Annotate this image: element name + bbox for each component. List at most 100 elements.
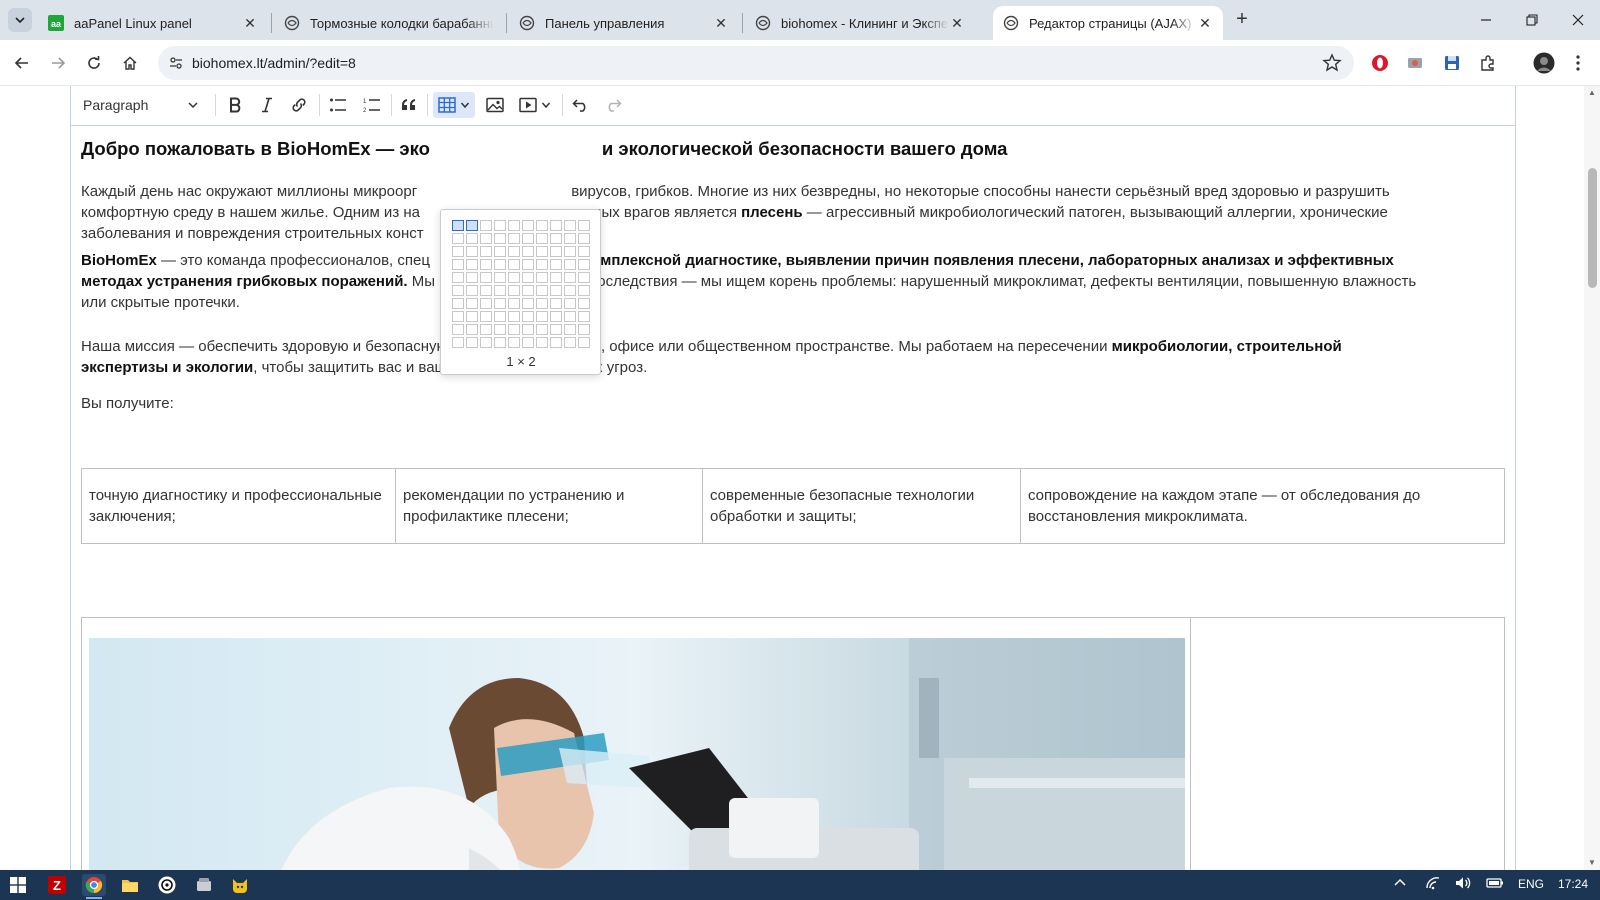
table-size-cell[interactable] bbox=[508, 337, 520, 348]
site-settings-icon[interactable] bbox=[168, 55, 184, 71]
forward-button[interactable] bbox=[46, 51, 70, 75]
table-size-cell[interactable] bbox=[480, 298, 492, 309]
network-icon[interactable] bbox=[1425, 876, 1441, 893]
table-size-cell[interactable] bbox=[466, 246, 478, 257]
image-table[interactable] bbox=[81, 617, 1505, 870]
table-size-cell[interactable] bbox=[508, 285, 520, 296]
table-size-cell[interactable] bbox=[466, 298, 478, 309]
close-icon[interactable]: ✕ bbox=[713, 15, 729, 31]
table-size-cell[interactable] bbox=[480, 220, 492, 231]
table-size-cell[interactable] bbox=[494, 285, 506, 296]
table-size-cell[interactable] bbox=[564, 324, 576, 335]
scroll-down-arrow[interactable]: ▼ bbox=[1587, 858, 1597, 868]
table-size-cell[interactable] bbox=[578, 324, 590, 335]
table-size-cell[interactable] bbox=[550, 259, 562, 270]
back-button[interactable] bbox=[10, 51, 34, 75]
reload-button[interactable] bbox=[82, 51, 106, 75]
language-indicator[interactable]: ENG bbox=[1518, 877, 1544, 891]
table-size-cell[interactable] bbox=[564, 337, 576, 348]
table-size-cell[interactable] bbox=[564, 233, 576, 244]
table-size-cell[interactable] bbox=[466, 311, 478, 322]
table-size-cell[interactable] bbox=[522, 311, 534, 322]
table-size-cell[interactable] bbox=[494, 311, 506, 322]
link-button[interactable] bbox=[286, 92, 312, 118]
table-size-cell[interactable] bbox=[522, 285, 534, 296]
chrome-taskbar-icon[interactable] bbox=[82, 874, 106, 899]
table-size-cell[interactable] bbox=[466, 259, 478, 270]
insert-image-button[interactable] bbox=[482, 92, 508, 118]
table-size-cell[interactable] bbox=[494, 233, 506, 244]
table-size-cell[interactable] bbox=[578, 272, 590, 283]
table-size-cell[interactable] bbox=[522, 324, 534, 335]
tab-search-button[interactable] bbox=[8, 8, 32, 32]
table-size-cell[interactable] bbox=[508, 233, 520, 244]
cat-app-taskbar-icon[interactable] bbox=[228, 874, 252, 896]
table-size-cell[interactable] bbox=[522, 233, 534, 244]
table-size-cell[interactable] bbox=[550, 337, 562, 348]
table-cell[interactable]: современные безопасные технологии обрабо… bbox=[702, 468, 1021, 544]
table-size-cell[interactable] bbox=[466, 324, 478, 335]
table-size-cell[interactable] bbox=[522, 220, 534, 231]
table-size-cell[interactable] bbox=[578, 246, 590, 257]
table-size-cell[interactable] bbox=[494, 259, 506, 270]
lab-scientist-photo[interactable] bbox=[89, 638, 1185, 870]
table-size-cell[interactable] bbox=[466, 337, 478, 348]
close-icon[interactable]: ✕ bbox=[242, 15, 258, 31]
table-size-cell[interactable] bbox=[494, 272, 506, 283]
table-size-cell[interactable] bbox=[494, 246, 506, 257]
table-size-cell[interactable] bbox=[508, 220, 520, 231]
table-cell[interactable]: сопровождение на каждом этапе — от обсле… bbox=[1020, 468, 1505, 544]
opera-extension-icon[interactable] bbox=[1370, 53, 1390, 73]
table-size-cell[interactable] bbox=[508, 259, 520, 270]
table-size-cell[interactable] bbox=[466, 233, 478, 244]
bulleted-list-button[interactable] bbox=[325, 92, 351, 118]
app-taskbar-icon[interactable] bbox=[192, 874, 216, 896]
table-size-cell[interactable] bbox=[550, 233, 562, 244]
table-size-cell[interactable] bbox=[480, 259, 492, 270]
image-cell[interactable] bbox=[82, 618, 1191, 870]
filezilla-taskbar-icon[interactable]: Z bbox=[45, 874, 69, 896]
table-size-cell[interactable] bbox=[480, 337, 492, 348]
cast-extension-icon[interactable] bbox=[1405, 53, 1425, 73]
table-size-cell[interactable] bbox=[452, 324, 464, 335]
table-size-cell[interactable] bbox=[466, 285, 478, 296]
table-size-cell[interactable] bbox=[550, 298, 562, 309]
table-size-cell[interactable] bbox=[550, 285, 562, 296]
table-size-cell[interactable] bbox=[550, 311, 562, 322]
benefits-table[interactable]: точную диагностику и профессиональные за… bbox=[81, 468, 1505, 544]
battery-icon[interactable] bbox=[1486, 877, 1504, 892]
tab-biohomex[interactable]: biohomex - Клининг и Экспертиза ✕ bbox=[745, 6, 975, 40]
table-size-cell[interactable] bbox=[578, 259, 590, 270]
minimize-button[interactable] bbox=[1474, 8, 1498, 32]
close-window-button[interactable] bbox=[1566, 8, 1590, 32]
table-size-cell[interactable] bbox=[522, 259, 534, 270]
start-button[interactable] bbox=[6, 874, 30, 896]
table-size-cell[interactable] bbox=[508, 311, 520, 322]
table-size-cell[interactable] bbox=[564, 272, 576, 283]
table-size-cell[interactable] bbox=[564, 298, 576, 309]
table-size-cell[interactable] bbox=[494, 337, 506, 348]
tab-brake-pads[interactable]: Тормозные колодки барабанные bbox=[274, 6, 504, 40]
table-size-cell[interactable] bbox=[550, 220, 562, 231]
table-size-cell[interactable] bbox=[564, 311, 576, 322]
table-cell[interactable]: точную диагностику и профессиональные за… bbox=[81, 468, 396, 544]
bookmark-star-icon[interactable] bbox=[1322, 53, 1342, 73]
table-size-cell[interactable] bbox=[452, 337, 464, 348]
table-size-cell[interactable] bbox=[578, 298, 590, 309]
table-size-cell[interactable] bbox=[536, 311, 548, 322]
table-size-cell[interactable] bbox=[536, 246, 548, 257]
tab-page-editor[interactable]: Редактор страницы (AJAX) ✕ bbox=[993, 6, 1223, 40]
redo-button[interactable] bbox=[600, 92, 626, 118]
table-size-cell[interactable] bbox=[452, 220, 464, 231]
tab-control-panel[interactable]: Панель управления ✕ bbox=[509, 6, 739, 40]
table-size-cell[interactable] bbox=[536, 259, 548, 270]
chatgpt-taskbar-icon[interactable] bbox=[155, 874, 179, 896]
table-size-cell[interactable] bbox=[536, 233, 548, 244]
insert-table-button[interactable] bbox=[433, 92, 475, 118]
table-size-picker[interactable]: 1 × 2 bbox=[440, 209, 601, 375]
table-size-cell[interactable] bbox=[466, 272, 478, 283]
table-size-cell[interactable] bbox=[522, 337, 534, 348]
table-size-cell[interactable] bbox=[536, 298, 548, 309]
bold-button[interactable] bbox=[222, 92, 248, 118]
browser-menu-icon[interactable] bbox=[1568, 53, 1588, 73]
